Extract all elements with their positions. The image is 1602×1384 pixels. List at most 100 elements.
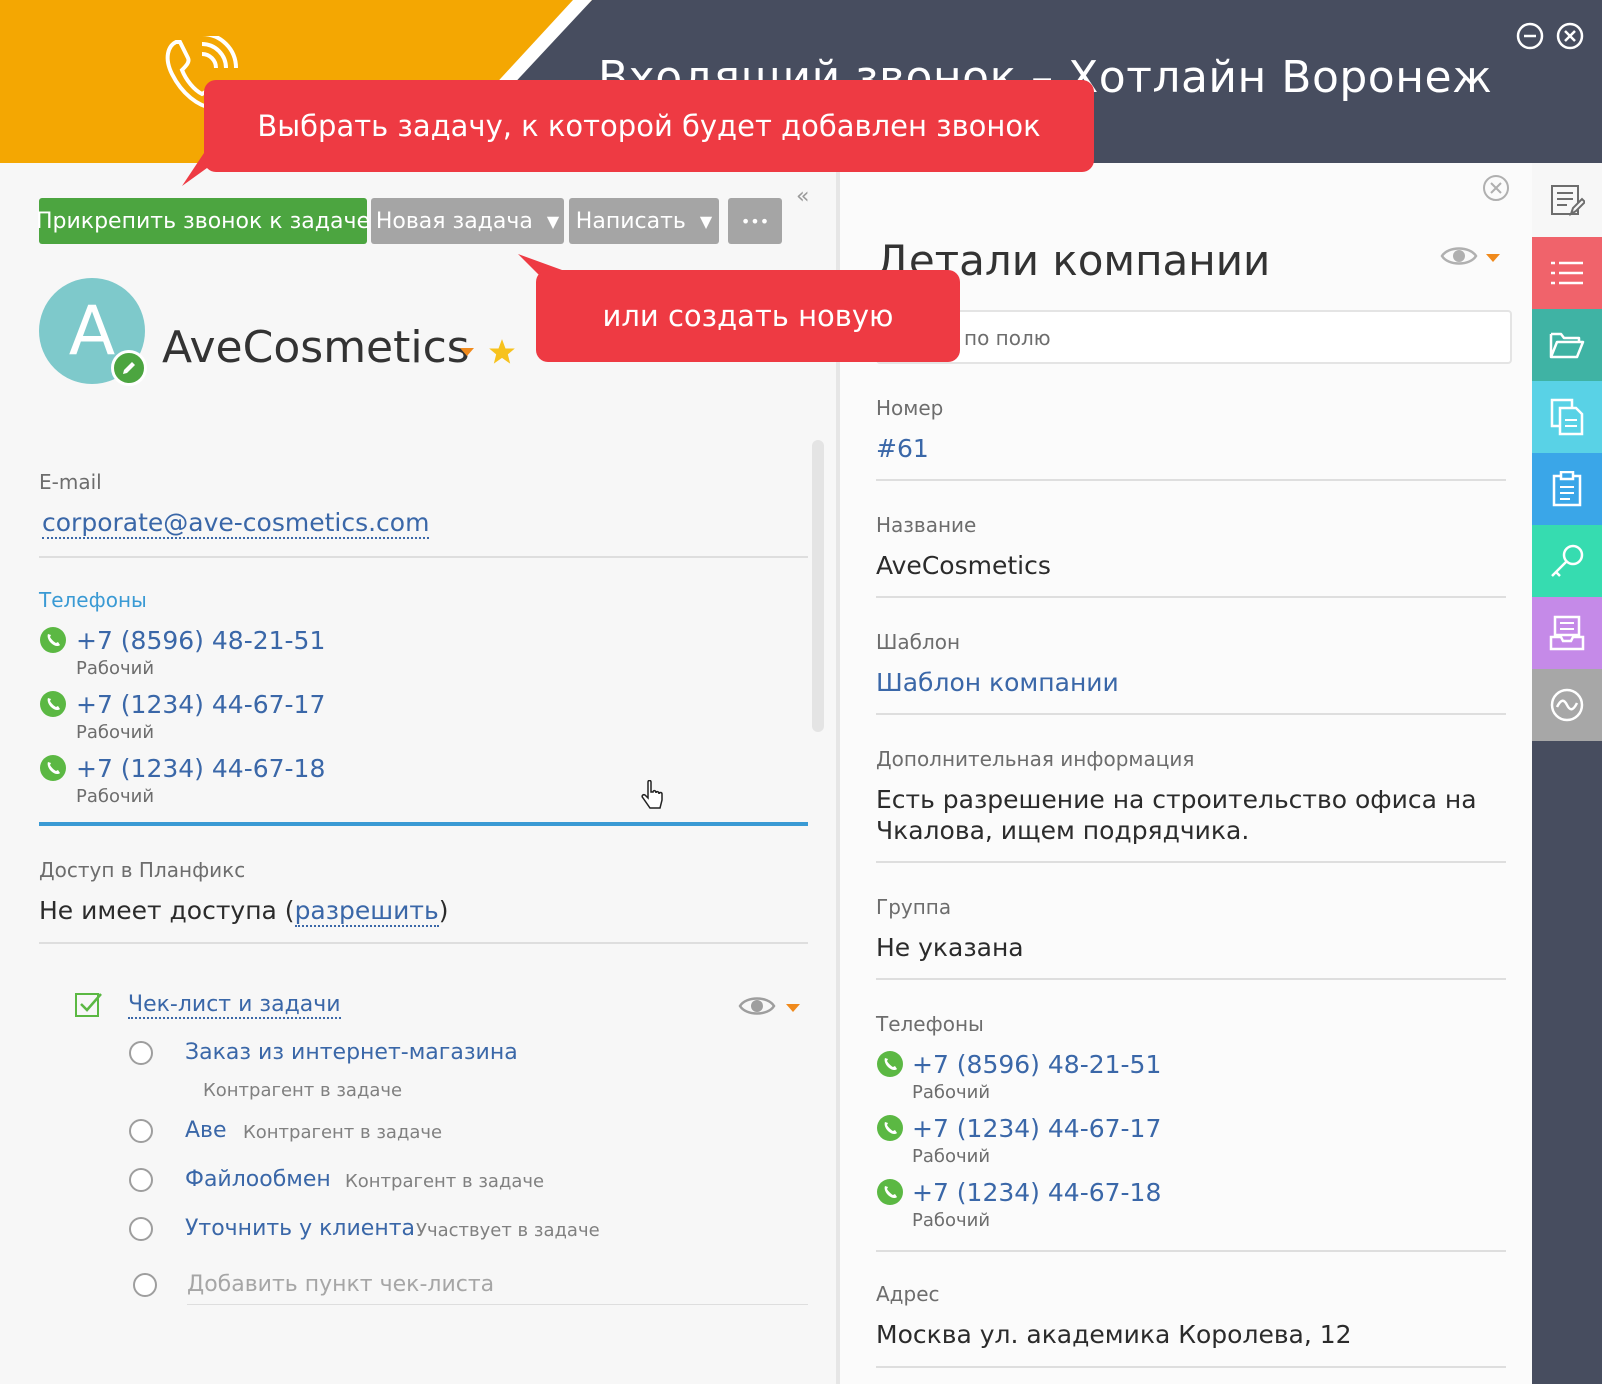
whatsapp-icon xyxy=(877,1179,903,1205)
company-number-link[interactable]: #61 xyxy=(876,434,929,463)
sidebar-item-folder[interactable] xyxy=(1532,309,1602,381)
task-link[interactable]: Аве xyxy=(185,1118,227,1143)
field-label: Название xyxy=(876,513,977,537)
checklist-checkbox-icon[interactable] xyxy=(74,990,104,1020)
scrollbar[interactable] xyxy=(812,440,824,732)
collapse-panel-icon[interactable]: « xyxy=(796,184,809,209)
contact-name: AveCosmetics xyxy=(162,322,470,373)
divider xyxy=(876,861,1506,863)
phone-number[interactable]: +7 (1234) 44-67-17 xyxy=(76,690,325,719)
divider xyxy=(876,1250,1506,1252)
divider xyxy=(39,942,808,944)
clipboard-icon xyxy=(1552,471,1582,507)
star-icon[interactable] xyxy=(488,338,516,366)
divider xyxy=(876,713,1506,715)
caret-down-icon: ▼ xyxy=(546,211,560,231)
phone-number[interactable]: +7 (1234) 44-67-18 xyxy=(912,1178,1161,1207)
close-details-icon[interactable] xyxy=(1482,174,1510,202)
pencil-icon xyxy=(123,362,135,374)
new-task-button[interactable]: Новая задача ▼ xyxy=(371,198,564,244)
task-link[interactable]: Заказ из интернет-магазина xyxy=(185,1040,518,1065)
task-link[interactable]: Файлообмен xyxy=(185,1167,331,1192)
access-text: Не имеет доступа ( xyxy=(39,896,295,925)
task-role: Контрагент в задаче xyxy=(203,1080,403,1101)
phone-type: Рабочий xyxy=(912,1210,991,1231)
field-label: Дополнительная информация xyxy=(876,747,1195,771)
eye-icon[interactable] xyxy=(1440,244,1478,268)
notes-tab[interactable] xyxy=(1532,163,1602,237)
phone-number[interactable]: +7 (1234) 44-67-18 xyxy=(76,754,325,783)
field-label: Группа xyxy=(876,895,952,919)
task-radio[interactable] xyxy=(129,1041,153,1065)
checklist-title-link[interactable]: Чек-лист и задачи xyxy=(128,992,341,1019)
divider xyxy=(876,978,1506,980)
whatsapp-icon xyxy=(40,755,66,781)
sidebar-item-key[interactable] xyxy=(1532,525,1602,597)
extra-info-line: Чкалова, ищем подрядчика. xyxy=(876,816,1250,845)
callout-select-task: Выбрать задачу, к которой будет добавлен… xyxy=(204,80,1094,172)
phone-number[interactable]: +7 (8596) 48-21-51 xyxy=(76,626,325,655)
attach-call-to-task-button[interactable]: Прикрепить звонок к задаче xyxy=(36,198,370,244)
email-label: E-mail xyxy=(39,470,102,494)
edit-avatar-icon[interactable] xyxy=(111,350,147,386)
inbox-icon xyxy=(1549,615,1585,651)
address-value: Москва ул. академика Королева, 12 xyxy=(876,1320,1352,1349)
sidebar-item-list[interactable] xyxy=(1532,237,1602,309)
task-role: Участвует в задаче xyxy=(416,1220,600,1241)
task-role: Контрагент в задаче xyxy=(243,1122,443,1143)
task-link[interactable]: Уточнить у клиента xyxy=(185,1216,415,1241)
field-label: Шаблон xyxy=(876,630,961,654)
sidebar-item-clipboard[interactable] xyxy=(1532,453,1602,525)
access-label: Доступ в Планфикс xyxy=(39,858,246,882)
attach-call-label: Прикрепить звонок к задаче xyxy=(36,208,370,234)
visibility-caret-icon[interactable] xyxy=(786,1004,800,1014)
add-checklist-item-input[interactable]: Добавить пункт чек-листа xyxy=(187,1272,494,1297)
eye-icon[interactable] xyxy=(738,994,776,1018)
phones-label: Телефоны xyxy=(39,588,147,612)
analytics-icon xyxy=(1550,688,1584,722)
divider xyxy=(876,479,1506,481)
phone-number[interactable]: +7 (1234) 44-67-17 xyxy=(912,1114,1161,1143)
minimize-icon[interactable] xyxy=(1516,22,1544,50)
task-role: Контрагент в задаче xyxy=(345,1171,545,1192)
whatsapp-icon xyxy=(877,1051,903,1077)
sidebar-item-analytics[interactable] xyxy=(1532,669,1602,741)
divider xyxy=(876,596,1506,598)
more-button[interactable]: ••• xyxy=(728,198,782,244)
key-icon xyxy=(1551,544,1584,577)
edit-note-icon xyxy=(1551,185,1585,217)
phone-type: Рабочий xyxy=(76,786,155,807)
whatsapp-icon xyxy=(40,691,66,717)
new-task-label: Новая задача xyxy=(375,208,533,234)
document-icon xyxy=(1550,398,1584,436)
phone-number[interactable]: +7 (8596) 48-21-51 xyxy=(912,1050,1161,1079)
add-item-underline xyxy=(187,1304,808,1305)
access-status: Не имеет доступа (разрешить) xyxy=(39,896,448,927)
sidebar-item-inbox[interactable] xyxy=(1532,597,1602,669)
task-radio[interactable] xyxy=(129,1168,153,1192)
contact-menu-caret-icon[interactable] xyxy=(460,348,474,358)
whatsapp-icon xyxy=(877,1115,903,1141)
callout-create-new: или создать новую xyxy=(536,270,960,362)
field-label: Номер xyxy=(876,396,944,420)
more-label: ••• xyxy=(740,211,770,231)
field-label: Адрес xyxy=(876,1282,940,1306)
template-link[interactable]: Шаблон компании xyxy=(876,668,1119,697)
allow-access-link[interactable]: разрешить xyxy=(294,896,439,927)
task-radio[interactable] xyxy=(129,1217,153,1241)
email-link[interactable]: corporate@ave-cosmetics.com xyxy=(42,508,430,539)
phone-type: Рабочий xyxy=(912,1146,991,1167)
phone-type: Рабочий xyxy=(912,1082,991,1103)
whatsapp-icon xyxy=(40,627,66,653)
divider xyxy=(876,1366,1506,1368)
write-button[interactable]: Написать ▼ xyxy=(569,198,719,244)
phone-type: Рабочий xyxy=(76,722,155,743)
visibility-caret-icon[interactable] xyxy=(1486,254,1500,264)
hand-cursor-icon xyxy=(641,780,663,809)
company-name-value: AveCosmetics xyxy=(876,551,1051,580)
sidebar-item-documents[interactable] xyxy=(1532,381,1602,453)
field-search-input[interactable]: по полю xyxy=(876,310,1512,364)
close-window-icon[interactable] xyxy=(1556,22,1584,50)
divider xyxy=(39,556,808,558)
task-radio[interactable] xyxy=(129,1119,153,1143)
